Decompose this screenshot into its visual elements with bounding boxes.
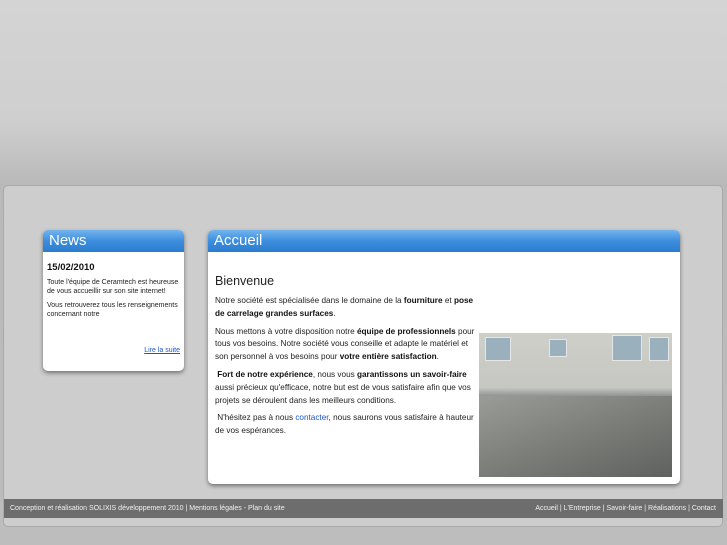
news-paragraph-1: Toute l'équipe de Ceramtech est heureuse… [47, 279, 179, 295]
welcome-heading: Bienvenue [215, 274, 275, 288]
intro-paragraph-1: Notre société est spécialisée dans le do… [215, 296, 474, 318]
welcome-text: Notre société est spécialisée dans le do… [215, 295, 480, 438]
footer-nav: Accueil | L'Entreprise | Savoir-faire | … [535, 499, 716, 518]
intro-paragraph-2: Nous mettons à votre disposition notre é… [215, 326, 475, 362]
showroom-floor-photo [479, 333, 672, 477]
footer-nav-entreprise[interactable]: L'Entreprise [564, 505, 601, 512]
footer-nav-savoir-faire[interactable]: Savoir-faire [607, 505, 643, 512]
footer-credit-link[interactable]: Conception et réalisation SOLIXIS dévelo… [10, 505, 184, 512]
footer-nav-contact[interactable]: Contact [692, 505, 716, 512]
news-panel-title: News [43, 230, 184, 252]
read-more-link[interactable]: Lire la suite [144, 347, 180, 354]
news-excerpt: Toute l'équipe de Ceramtech est heureuse… [47, 278, 180, 319]
intro-paragraph-4: N'hésitez pas à nous contacter, nous sau… [215, 413, 474, 436]
accueil-panel: Accueil Bienvenue Notre société est spéc… [208, 230, 680, 484]
footer-sitemap-link[interactable]: Plan du site [248, 505, 285, 512]
accueil-panel-title: Accueil [208, 230, 680, 252]
news-date: 15/02/2010 [47, 262, 95, 273]
news-panel: News 15/02/2010 Toute l'équipe de Ceramt… [43, 230, 184, 371]
news-paragraph-2: Vous retrouverez tous les renseignements… [47, 302, 178, 318]
footer-nav-accueil[interactable]: Accueil [535, 505, 558, 512]
footer-nav-realisations[interactable]: Réalisations [648, 505, 686, 512]
footer-credits: Conception et réalisation SOLIXIS dévelo… [10, 499, 285, 518]
contact-link[interactable]: contacter [295, 413, 328, 422]
footer-legal-link[interactable]: Mentions légales [189, 505, 242, 512]
intro-paragraph-3: Fort de notre expérience, nous vous gara… [215, 369, 471, 405]
footer-bar: Conception et réalisation SOLIXIS dévelo… [4, 499, 723, 518]
